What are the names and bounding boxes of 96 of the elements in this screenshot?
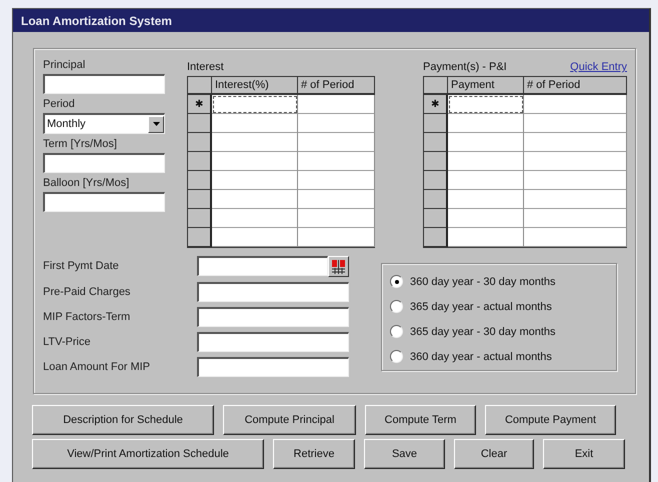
action-button[interactable]: Clear: [454, 439, 534, 469]
grid-cell[interactable]: [524, 171, 627, 190]
grid-cell[interactable]: [212, 114, 298, 133]
action-button[interactable]: View/Print Amortization Schedule: [32, 439, 264, 469]
radio-option[interactable]: 360 day year - actual months: [390, 347, 616, 366]
grid-label: Interest: [187, 61, 224, 73]
row-header[interactable]: [424, 209, 448, 228]
row-header[interactable]: [188, 133, 212, 152]
column-header[interactable]: # of Period: [298, 77, 375, 95]
grid-cell[interactable]: [448, 152, 524, 171]
row-header[interactable]: [188, 114, 212, 133]
field-label: Pre-Paid Charges: [43, 285, 132, 300]
field-label: Principal: [43, 59, 86, 73]
calendar-icon: [331, 259, 346, 274]
field-label: Term [Yrs/Mos]: [43, 138, 118, 152]
calendar-button[interactable]: [328, 256, 349, 277]
column-header[interactable]: Payment: [448, 77, 524, 95]
field-label: Balloon [Yrs/Mos]: [43, 177, 130, 191]
grid-cell[interactable]: [448, 95, 524, 114]
grid-cell[interactable]: [448, 133, 524, 152]
grid-cell[interactable]: [524, 114, 627, 133]
column-header[interactable]: Interest(%): [212, 77, 298, 95]
action-button[interactable]: Compute Principal: [223, 405, 356, 435]
grid-cell[interactable]: [298, 114, 375, 133]
dropdown-arrow-icon: [152, 122, 160, 126]
input-field[interactable]: [43, 74, 165, 94]
grid-cell[interactable]: [212, 171, 298, 190]
action-button[interactable]: Save: [364, 439, 445, 469]
grid-cell[interactable]: [524, 95, 627, 114]
row-header[interactable]: [424, 152, 448, 171]
action-button[interactable]: Exit: [543, 439, 625, 469]
grid-cell[interactable]: [298, 209, 375, 228]
input-field[interactable]: [197, 282, 349, 302]
grid-cell[interactable]: [524, 152, 627, 171]
grid-cell[interactable]: [298, 171, 375, 190]
data-grid[interactable]: Payment # of Period ✱: [423, 76, 627, 248]
grid-cell[interactable]: [298, 228, 375, 247]
grid-cell[interactable]: [212, 152, 298, 171]
window-title: Loan Amortization System: [13, 9, 649, 32]
grid-cell[interactable]: [524, 209, 627, 228]
radio-option[interactable]: 360 day year - 30 day months: [390, 272, 616, 291]
input-field[interactable]: [197, 307, 349, 327]
grid-cell[interactable]: [212, 209, 298, 228]
period-dropdown[interactable]: Monthly: [43, 113, 165, 134]
field-label: MIP Factors-Term: [43, 310, 132, 325]
field-label: First Pymt Date: [43, 259, 120, 274]
input-field[interactable]: [43, 153, 165, 173]
action-button[interactable]: Compute Payment: [485, 405, 616, 435]
grid-cell[interactable]: [448, 209, 524, 228]
grid-cell[interactable]: [298, 152, 375, 171]
action-button[interactable]: Retrieve: [273, 439, 355, 469]
quick-entry-link[interactable]: Quick Entry: [570, 61, 627, 73]
input-field[interactable]: [197, 357, 349, 377]
row-header[interactable]: [424, 228, 448, 247]
grid-cell[interactable]: [448, 171, 524, 190]
grid-cell[interactable]: [448, 190, 524, 209]
date-field[interactable]: [197, 256, 328, 276]
radio-option[interactable]: 365 day year - 30 day months: [390, 322, 616, 341]
field-label: Loan Amount For MIP: [43, 360, 151, 375]
row-header[interactable]: [424, 133, 448, 152]
input-field[interactable]: [43, 192, 165, 212]
field-label: Period: [43, 98, 76, 112]
grid-cell[interactable]: [212, 95, 298, 114]
grid-cell[interactable]: [298, 95, 375, 114]
row-header[interactable]: [188, 209, 212, 228]
field-label: LTV-Price: [43, 335, 92, 350]
row-header[interactable]: [424, 171, 448, 190]
data-grid[interactable]: Interest(%) # of Period ✱: [187, 76, 375, 248]
grid-cell[interactable]: [448, 114, 524, 133]
row-header[interactable]: ✱: [424, 95, 448, 114]
corner-header: [188, 77, 212, 95]
input-field[interactable]: [197, 332, 349, 352]
row-header[interactable]: [424, 190, 448, 209]
row-header[interactable]: [424, 114, 448, 133]
row-header[interactable]: [188, 171, 212, 190]
row-header[interactable]: [188, 228, 212, 247]
new-row-marker: ✱: [431, 98, 439, 110]
row-header[interactable]: [188, 152, 212, 171]
action-button[interactable]: Description for Schedule: [32, 405, 214, 435]
action-button[interactable]: Compute Term: [365, 405, 476, 435]
column-header[interactable]: # of Period: [524, 77, 627, 95]
grid-cell[interactable]: [212, 228, 298, 247]
row-header[interactable]: [188, 190, 212, 209]
grid-cell[interactable]: [212, 133, 298, 152]
grid-label: Payment(s) - P&I: [423, 61, 507, 73]
corner-header: [424, 77, 448, 95]
radio-option[interactable]: 365 day year - actual months: [390, 297, 616, 316]
grid-cell[interactable]: [448, 228, 524, 247]
grid-cell[interactable]: [298, 190, 375, 209]
row-header[interactable]: ✱: [188, 95, 212, 114]
grid-cell[interactable]: [524, 133, 627, 152]
grid-cell[interactable]: [524, 228, 627, 247]
new-row-marker: ✱: [195, 98, 203, 110]
grid-cell[interactable]: [212, 190, 298, 209]
grid-cell[interactable]: [524, 190, 627, 209]
grid-cell[interactable]: [298, 133, 375, 152]
